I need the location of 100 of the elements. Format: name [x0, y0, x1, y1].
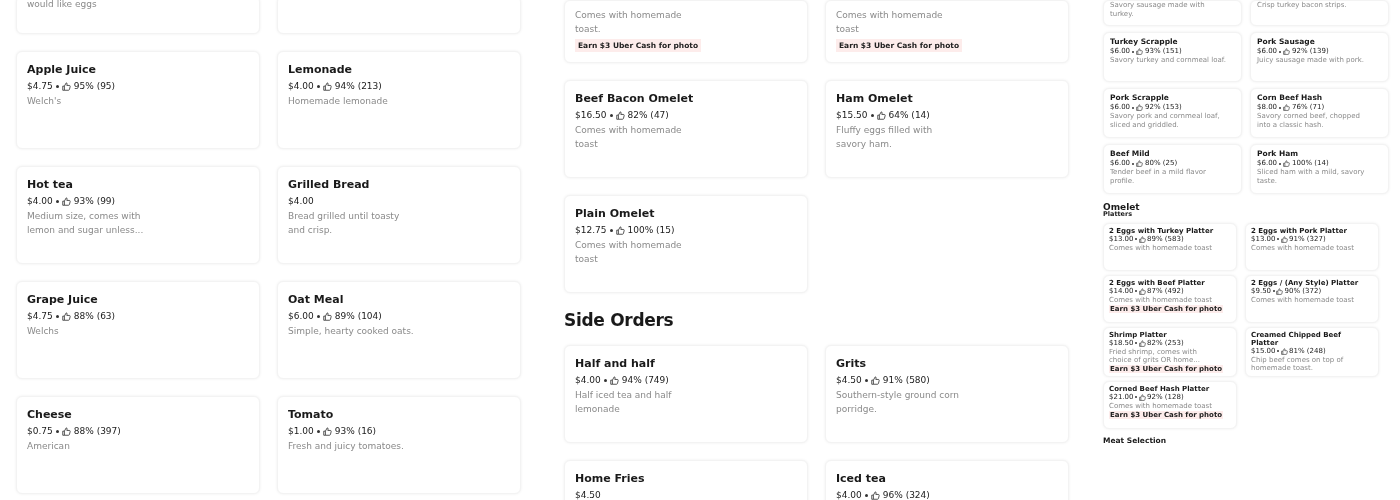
item-price: $15.50	[836, 109, 868, 122]
item-price: $4.75	[27, 80, 53, 93]
item-name: Grits	[836, 356, 867, 372]
menu-item-card[interactable]: Grits $4.50 91% (580) Southern-style ground corn porridge.	[825, 345, 1069, 443]
thumbs-up-icon	[61, 81, 71, 91]
thumbs-up-icon	[1283, 48, 1291, 55]
separator-dot	[316, 84, 320, 88]
thumbs-up-icon	[870, 375, 880, 385]
item-price: $1.00	[288, 425, 314, 438]
item-rating: 100% (15)	[627, 224, 675, 237]
separator-dot	[316, 429, 320, 433]
item-name: Grape Juice	[27, 292, 98, 308]
separator-dot	[55, 314, 59, 318]
item-name: Cheese	[27, 407, 72, 423]
thumbs-up-icon	[61, 426, 71, 436]
item-rating: 88% (63)	[73, 310, 116, 323]
item-rating: 96% (324)	[882, 489, 930, 500]
item-description: Half iced tea and half lemonade	[575, 389, 673, 416]
item-name: Lemonade	[288, 62, 353, 78]
thumbs-up-icon	[1138, 287, 1146, 295]
thumbs-up-icon	[876, 110, 886, 120]
item-description: Homemade lemonade	[288, 95, 388, 108]
item-name: Beef Bacon Omelet	[575, 91, 694, 107]
item-name: Iced tea	[836, 471, 886, 487]
separator-dot	[55, 84, 59, 88]
item-name: Hot tea	[27, 177, 73, 193]
item-description: Fresh and juicy tomatoes.	[288, 440, 404, 453]
thumbs-up-icon	[322, 81, 332, 91]
menu-item-card[interactable]: Oat Meal $6.00 89% (104) Simple, hearty cooked oats.	[277, 281, 521, 379]
item-rating: 89% (104)	[334, 310, 382, 323]
thumbs-up-icon	[1280, 347, 1288, 355]
item-name: Grilled Bread	[288, 177, 370, 193]
item-rating: 82% (47)	[627, 109, 669, 122]
item-price: $4.00	[836, 489, 862, 500]
separator-dot	[609, 228, 613, 232]
thumbs-up-icon	[1138, 393, 1146, 401]
separator-dot	[316, 314, 320, 318]
item-rating: 93% (99)	[73, 195, 116, 208]
section-heading: Omelet	[1103, 202, 1141, 212]
item-name: Plain Omelet	[575, 206, 655, 222]
menu-item-card[interactable]: Half and half $4.00 94% (749) Half iced tea and half lemonade	[564, 345, 808, 443]
item-description: Southern-style ground corn porridge.	[836, 389, 961, 416]
separator-dot	[870, 113, 874, 117]
section-heading: Side Orders	[564, 309, 675, 331]
item-description: Comes with homemade toast	[575, 239, 683, 266]
item-name: Ham Omelet	[836, 91, 913, 107]
item-description: American	[27, 440, 70, 453]
thumbs-up-icon	[1136, 104, 1144, 111]
thumbs-up-icon	[615, 110, 625, 120]
item-price: $4.00	[288, 195, 314, 208]
item-description: Comes with homemade toast	[836, 9, 944, 36]
item-description: Fluffy eggs filled with savory ham.	[836, 124, 934, 151]
menu-item-card[interactable]: Home Fries $4.50	[564, 460, 808, 500]
item-price: $4.50	[836, 374, 862, 387]
item-description: Simple, hearty cooked oats.	[288, 325, 414, 338]
item-description: Bread grilled until toasty and crisp.	[288, 210, 401, 237]
thumbs-up-icon	[1276, 287, 1284, 295]
item-name: Oat Meal	[288, 292, 344, 308]
menu-item-card[interactable]: Beef Bacon Omelet $16.50 82% (47) Comes with homemade toast	[564, 80, 808, 178]
thumbs-up-icon	[870, 490, 880, 500]
item-description: Comes with homemade toast	[575, 124, 683, 151]
menu-item-card[interactable]: Lemonade $4.00 94% (213) Homemade lemonade	[277, 51, 521, 149]
menu-item-card[interactable]: Grilled Bread $4.00 Bread grilled until toasty and crisp.	[277, 166, 521, 264]
menu-item-card[interactable]: Apple Juice $4.75 95% (95) Welch's	[16, 51, 260, 149]
menu-item-card[interactable]: Hot tea $4.00 93% (99) Medium size, comes with lemon and sugar unless...	[16, 166, 260, 264]
menu-item-card[interactable]: Tomato $1.00 93% (16) Fresh and juicy tomatoes.	[277, 396, 521, 494]
thumbs-up-icon	[1136, 160, 1144, 167]
item-price: $16.50	[575, 109, 607, 122]
thumbs-up-icon	[1138, 235, 1146, 243]
separator-dot	[864, 378, 868, 382]
thumbs-up-icon	[1136, 48, 1144, 55]
menu-item-card[interactable]: would like eggs	[16, 0, 260, 34]
separator-dot	[603, 378, 607, 382]
menu-item-card[interactable]: Ham Omelet $15.50 64% (14) Fluffy eggs filled with savory ham.	[825, 80, 1069, 178]
item-name: Home Fries	[575, 471, 645, 487]
item-rating: 95% (95)	[73, 80, 116, 93]
menu-item-card[interactable]: Iced tea $4.00 96% (324)	[825, 460, 1069, 500]
menu-item-card[interactable]: Grape Juice $4.75 88% (63) Welchs	[16, 281, 260, 379]
item-name: Tomato	[288, 407, 334, 423]
thumbs-up-icon	[322, 426, 332, 436]
menu-item-card[interactable]: Plain Omelet $12.75 100% (15) Comes with homemade toast	[564, 195, 808, 293]
item-name: Half and half	[575, 356, 655, 372]
item-rating: 91% (580)	[882, 374, 930, 387]
menu-item-card[interactable]: Cheese $0.75 88% (397) American	[16, 396, 260, 494]
separator-dot	[55, 199, 59, 203]
item-price: $4.00	[288, 80, 314, 93]
item-name: Apple Juice	[27, 62, 96, 78]
item-price: $12.75	[575, 224, 607, 237]
item-description: Comes with homemade toast.	[575, 9, 683, 36]
thumbs-up-icon	[1280, 235, 1288, 243]
separator-dot	[55, 429, 59, 433]
item-price: $4.75	[27, 310, 53, 323]
item-price: $0.75	[27, 425, 53, 438]
item-rating: 88% (397)	[73, 425, 121, 438]
item-price: $4.50	[575, 489, 601, 500]
item-description: Welchs	[27, 325, 59, 338]
item-price: $4.00	[575, 374, 601, 387]
thumbs-up-icon	[609, 375, 619, 385]
item-rating: 94% (213)	[334, 80, 382, 93]
separator-dot	[864, 493, 868, 497]
